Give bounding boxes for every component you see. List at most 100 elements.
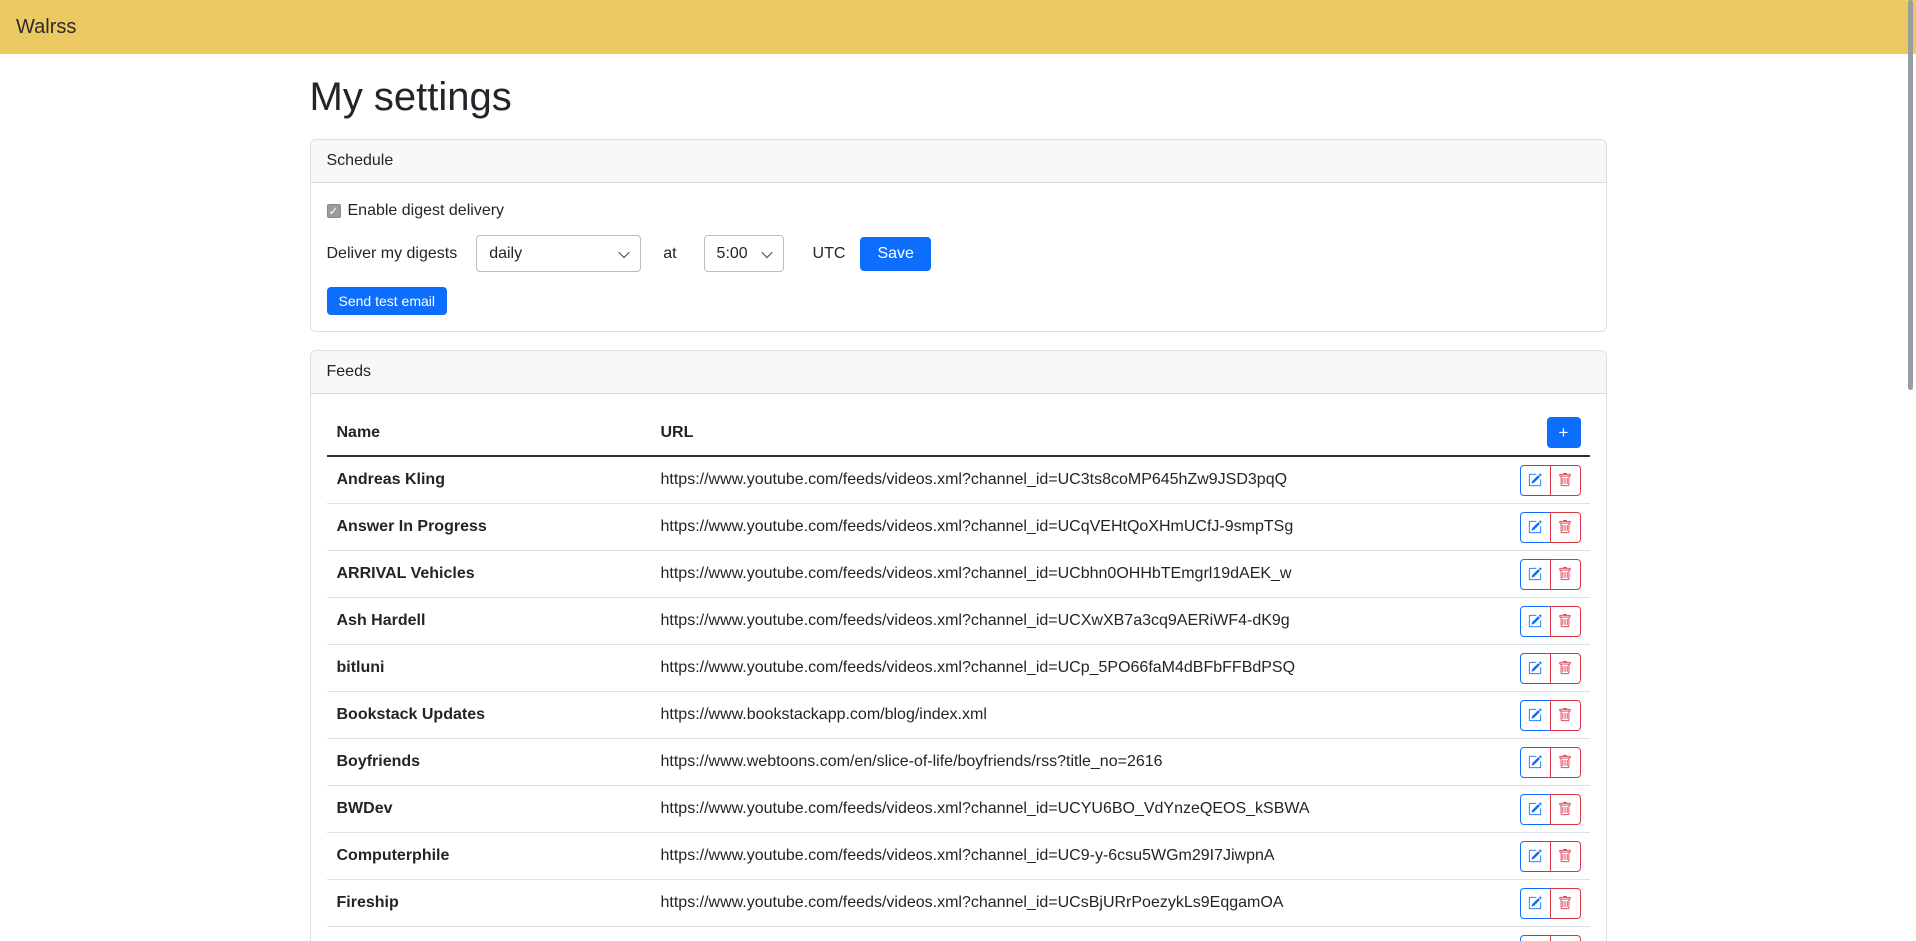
deliver-label: Deliver my digests bbox=[327, 245, 458, 263]
feeds-table: Name URL + Andreas Kling https://www.you… bbox=[327, 410, 1590, 941]
pencil-square-icon bbox=[1528, 473, 1542, 487]
delete-feed-button[interactable] bbox=[1550, 794, 1581, 825]
feeds-card-body: Name URL + Andreas Kling https://www.you… bbox=[311, 394, 1606, 941]
frequency-select[interactable]: daily bbox=[476, 235, 641, 272]
row-actions-cell bbox=[1520, 841, 1590, 872]
feed-name: Andreas Kling bbox=[327, 463, 653, 497]
feed-name: Ash Hardell bbox=[327, 604, 653, 638]
delete-feed-button[interactable] bbox=[1550, 559, 1581, 590]
pencil-square-icon bbox=[1528, 614, 1542, 628]
feed-url: https://www.webtoons.com/en/slice-of-lif… bbox=[653, 745, 1520, 779]
feed-name: Fireship bbox=[327, 886, 653, 920]
enable-digest-checkbox[interactable]: ✓ bbox=[327, 204, 341, 218]
enable-digest-label[interactable]: Enable digest delivery bbox=[348, 202, 505, 220]
app-brand[interactable]: Walrss bbox=[16, 16, 76, 39]
feed-name: Computerphile bbox=[327, 839, 653, 873]
delete-feed-button[interactable] bbox=[1550, 465, 1581, 496]
feed-name: Go Time bbox=[327, 933, 653, 941]
frequency-select-value: daily bbox=[489, 245, 522, 263]
edit-feed-button[interactable] bbox=[1520, 794, 1551, 825]
edit-feed-button[interactable] bbox=[1520, 606, 1551, 637]
feed-url: https://www.youtube.com/feeds/videos.xml… bbox=[653, 557, 1520, 591]
trash-icon bbox=[1558, 849, 1572, 863]
edit-feed-button[interactable] bbox=[1520, 512, 1551, 543]
row-actions-group bbox=[1520, 747, 1581, 778]
row-actions-cell bbox=[1520, 700, 1590, 731]
pencil-square-icon bbox=[1528, 567, 1542, 581]
edit-feed-button[interactable] bbox=[1520, 888, 1551, 919]
chevron-down-icon bbox=[761, 246, 772, 257]
table-row: Answer In Progress https://www.youtube.c… bbox=[327, 504, 1590, 551]
table-row: Boyfriends https://www.webtoons.com/en/s… bbox=[327, 739, 1590, 786]
edit-feed-button[interactable] bbox=[1520, 935, 1551, 941]
feed-url: https://www.youtube.com/feeds/videos.xml… bbox=[653, 651, 1520, 685]
feed-url: https://www.youtube.com/feeds/videos.xml… bbox=[653, 604, 1520, 638]
pencil-square-icon bbox=[1528, 520, 1542, 534]
feed-url: https://changelog.com/gotime/feed bbox=[653, 933, 1520, 941]
feeds-card: Feeds Name URL + Andreas Kling https://w… bbox=[310, 350, 1607, 941]
schedule-card-body: ✓ Enable digest delivery Deliver my dige… bbox=[311, 183, 1606, 331]
pencil-square-icon bbox=[1528, 802, 1542, 816]
table-row: Andreas Kling https://www.youtube.com/fe… bbox=[327, 457, 1590, 504]
column-header-name: Name bbox=[327, 416, 653, 450]
feed-url: https://www.youtube.com/feeds/videos.xml… bbox=[653, 510, 1520, 544]
pencil-square-icon bbox=[1528, 661, 1542, 675]
row-actions-cell bbox=[1520, 559, 1590, 590]
table-row: Fireship https://www.youtube.com/feeds/v… bbox=[327, 880, 1590, 927]
edit-feed-button[interactable] bbox=[1520, 747, 1551, 778]
time-select[interactable]: 5:00 bbox=[704, 235, 784, 272]
delete-feed-button[interactable] bbox=[1550, 653, 1581, 684]
row-actions-cell bbox=[1520, 747, 1590, 778]
edit-feed-button[interactable] bbox=[1520, 653, 1551, 684]
row-actions-group bbox=[1520, 465, 1581, 496]
delivery-controls-row: Deliver my digests daily at 5:00 UTC Sav… bbox=[327, 235, 1590, 272]
row-actions-cell bbox=[1520, 888, 1590, 919]
save-button[interactable]: Save bbox=[860, 237, 930, 271]
edit-feed-button[interactable] bbox=[1520, 559, 1551, 590]
trash-icon bbox=[1558, 661, 1572, 675]
trash-icon bbox=[1558, 473, 1572, 487]
table-header-row: Name URL + bbox=[327, 410, 1590, 457]
delete-feed-button[interactable] bbox=[1550, 747, 1581, 778]
schedule-card: Schedule ✓ Enable digest delivery Delive… bbox=[310, 139, 1607, 332]
delete-feed-button[interactable] bbox=[1550, 935, 1581, 941]
scrollbar-thumb[interactable] bbox=[1908, 0, 1913, 390]
feed-url: https://www.youtube.com/feeds/videos.xml… bbox=[653, 463, 1520, 497]
add-feed-button[interactable]: + bbox=[1547, 417, 1581, 448]
row-actions-cell bbox=[1520, 653, 1590, 684]
delete-feed-button[interactable] bbox=[1550, 512, 1581, 543]
row-actions-group bbox=[1520, 888, 1581, 919]
delete-feed-button[interactable] bbox=[1550, 606, 1581, 637]
delete-feed-button[interactable] bbox=[1550, 888, 1581, 919]
row-actions-cell bbox=[1520, 935, 1590, 941]
pencil-square-icon bbox=[1528, 849, 1542, 863]
edit-feed-button[interactable] bbox=[1520, 465, 1551, 496]
trash-icon bbox=[1558, 708, 1572, 722]
at-label: at bbox=[663, 245, 676, 263]
schedule-card-header: Schedule bbox=[311, 140, 1606, 183]
delete-feed-button[interactable] bbox=[1550, 841, 1581, 872]
delete-feed-button[interactable] bbox=[1550, 700, 1581, 731]
trash-icon bbox=[1558, 567, 1572, 581]
feed-url: https://www.bookstackapp.com/blog/index.… bbox=[653, 698, 1520, 732]
pencil-square-icon bbox=[1528, 896, 1542, 910]
feed-url: https://www.youtube.com/feeds/videos.xml… bbox=[653, 839, 1520, 873]
feed-name: BWDev bbox=[327, 792, 653, 826]
edit-feed-button[interactable] bbox=[1520, 841, 1551, 872]
table-row: Ash Hardell https://www.youtube.com/feed… bbox=[327, 598, 1590, 645]
feed-name: ARRIVAL Vehicles bbox=[327, 557, 653, 591]
table-row: Go Time https://changelog.com/gotime/fee… bbox=[327, 927, 1590, 941]
send-test-email-button[interactable]: Send test email bbox=[327, 287, 448, 315]
feed-name: Boyfriends bbox=[327, 745, 653, 779]
feed-url: https://www.youtube.com/feeds/videos.xml… bbox=[653, 792, 1520, 826]
trash-icon bbox=[1558, 896, 1572, 910]
row-actions-cell bbox=[1520, 465, 1590, 496]
trash-icon bbox=[1558, 802, 1572, 816]
table-row: bitluni https://www.youtube.com/feeds/vi… bbox=[327, 645, 1590, 692]
row-actions-cell bbox=[1520, 512, 1590, 543]
table-row: ARRIVAL Vehicles https://www.youtube.com… bbox=[327, 551, 1590, 598]
row-actions-group bbox=[1520, 606, 1581, 637]
table-row: Bookstack Updates https://www.bookstacka… bbox=[327, 692, 1590, 739]
edit-feed-button[interactable] bbox=[1520, 700, 1551, 731]
header-actions-cell: + bbox=[1547, 417, 1590, 448]
